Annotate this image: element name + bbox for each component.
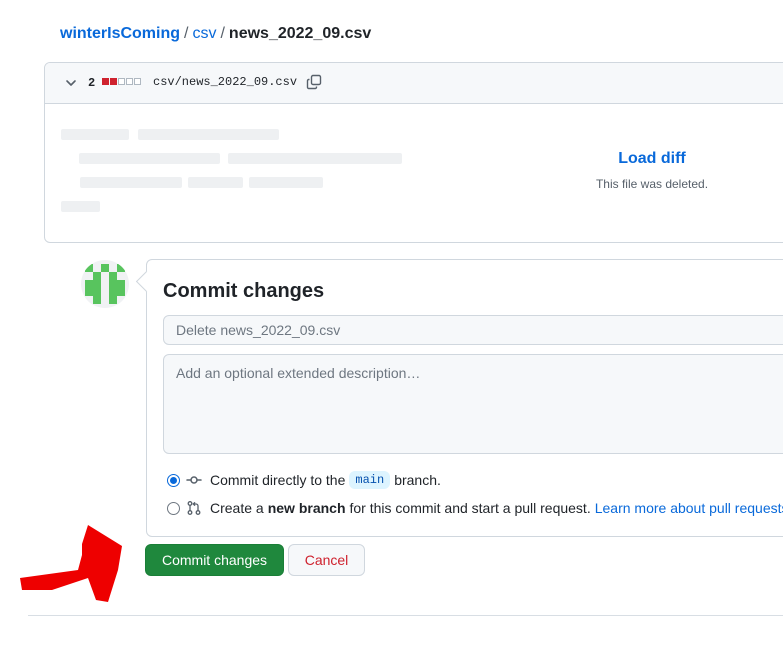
diffstat-block-deleted	[102, 78, 109, 85]
footer-divider	[28, 615, 783, 616]
new-branch-suffix: for this commit and start a pull request…	[349, 500, 591, 516]
avatar[interactable]	[81, 260, 129, 308]
diff-placeholder-line	[249, 177, 323, 188]
diff-placeholder-line	[138, 129, 279, 140]
diff-placeholder-line	[79, 153, 220, 164]
diffstat-block-neutral	[118, 78, 125, 85]
new-branch-emphasis: new branch	[267, 500, 346, 516]
breadcrumb-file-name: news_2022_09.csv	[228, 25, 372, 42]
diff-file-path: csv/news_2022_09.csv	[153, 75, 298, 89]
new-branch-prefix: Create a	[210, 500, 264, 516]
commit-form: Commit changes Commit directly to the ma…	[146, 259, 783, 537]
diff-placeholder-line	[80, 177, 182, 188]
commit-direct-prefix: Commit directly to the	[210, 472, 346, 488]
diff-change-count: 2	[88, 76, 96, 90]
diff-placeholder-line	[188, 177, 243, 188]
commit-direct-suffix: branch.	[394, 472, 441, 488]
chevron-down-icon[interactable]	[65, 77, 77, 89]
file-deleted-note: This file was deleted.	[595, 177, 709, 191]
breadcrumb-folder-link[interactable]: csv	[192, 25, 216, 42]
branch-name-badge: main	[349, 471, 391, 489]
annotation-arrow-icon	[20, 525, 122, 602]
diffstat-block-deleted	[110, 78, 117, 85]
learn-more-pull-requests-link[interactable]: Learn more about pull requests	[595, 500, 783, 516]
file-diff-header: 2 csv/news_2022_09.csv	[45, 63, 783, 104]
breadcrumb-separator: /	[184, 25, 189, 42]
commit-direct-option[interactable]: Commit directly to the main branch.	[167, 471, 441, 489]
diffstat-bar	[102, 78, 141, 85]
new-branch-radio[interactable]	[167, 501, 180, 515]
commit-direct-radio[interactable]	[167, 473, 180, 487]
git-commit-icon	[186, 476, 202, 484]
diff-placeholder-line	[228, 153, 402, 164]
load-diff-link[interactable]: Load diff	[574, 150, 730, 168]
commit-changes-button[interactable]: Commit changes	[145, 544, 284, 576]
git-pull-request-icon	[187, 501, 201, 515]
new-branch-option[interactable]: Create a new branch for this commit and …	[167, 500, 783, 516]
cancel-button[interactable]: Cancel	[288, 544, 365, 576]
commit-summary-input[interactable]	[163, 315, 783, 345]
diff-placeholder-line	[61, 129, 129, 140]
commit-form-title: Commit changes	[163, 280, 325, 302]
commit-description-textarea[interactable]	[163, 354, 783, 454]
diff-placeholder-line	[61, 201, 100, 212]
identicon	[85, 264, 125, 304]
breadcrumb-owner-link[interactable]: winterIsComing	[60, 25, 180, 42]
breadcrumb-separator: /	[220, 25, 225, 42]
breadcrumb: winterIsComing / csv / news_2022_09.csv	[60, 24, 371, 44]
diffstat-block-neutral	[126, 78, 133, 85]
diffstat-block-neutral	[134, 78, 141, 85]
copy-icon[interactable]	[306, 74, 322, 90]
